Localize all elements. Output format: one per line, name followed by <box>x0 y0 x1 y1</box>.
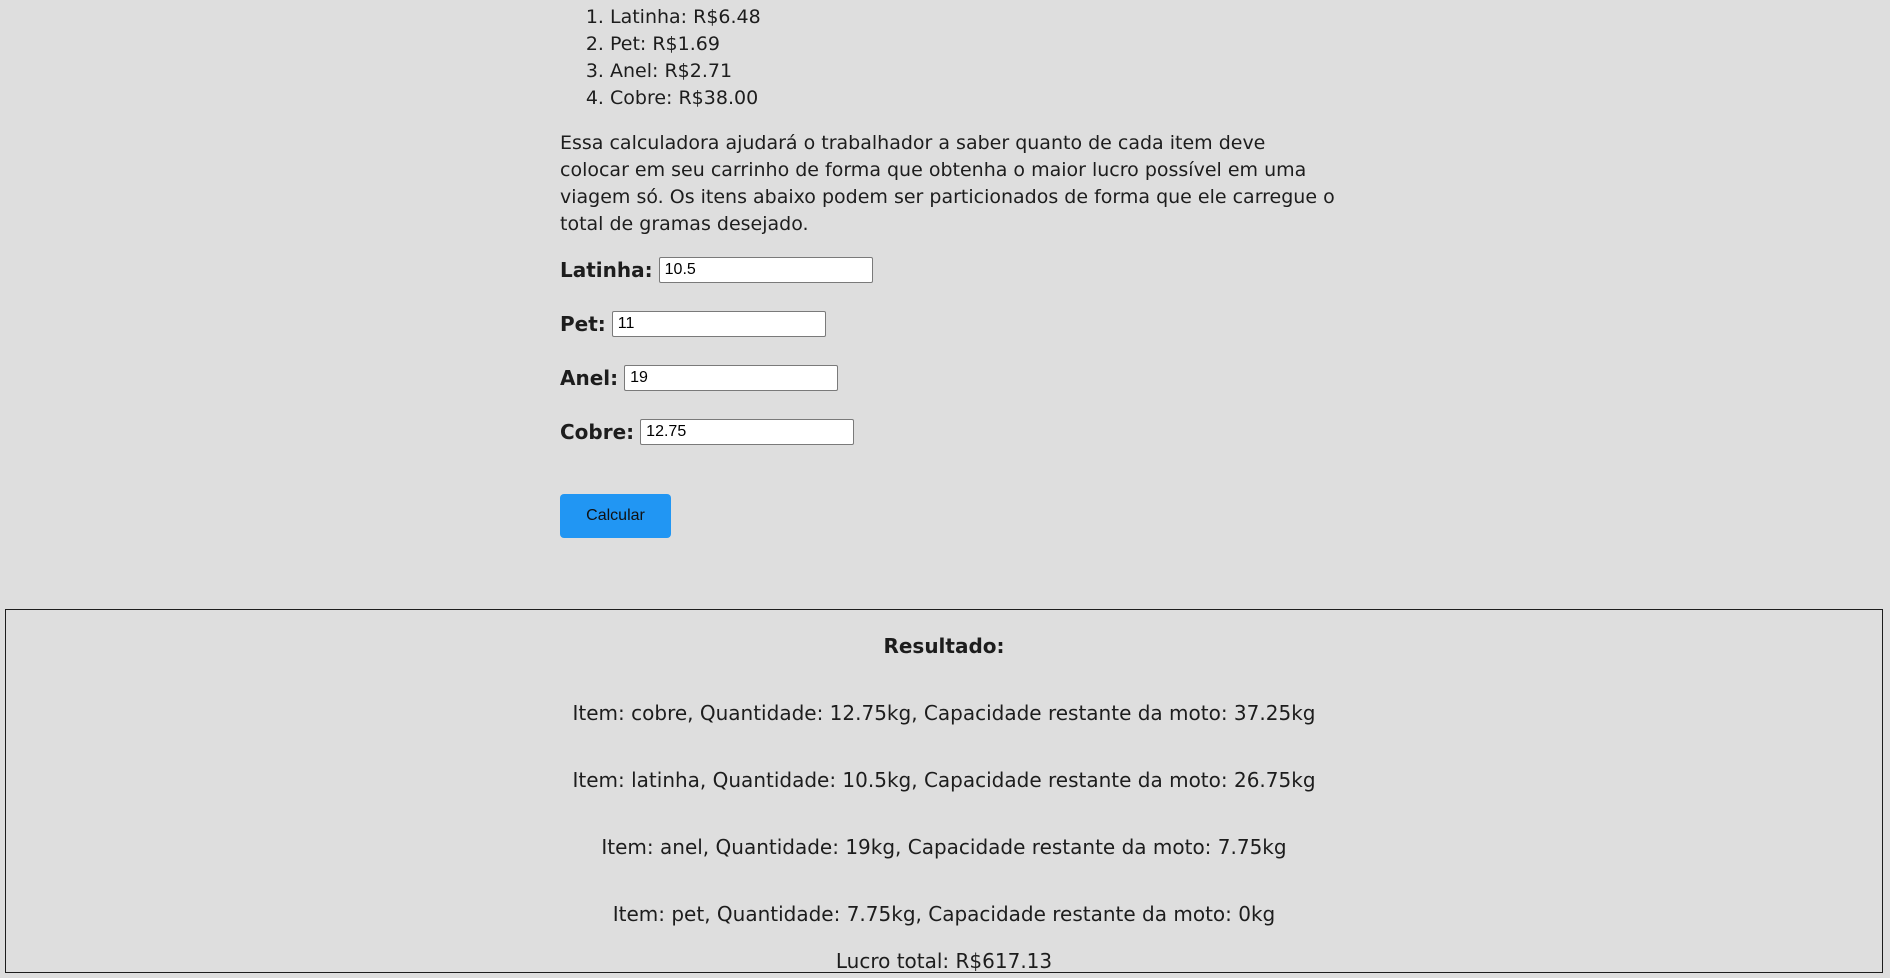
latinha-label: Latinha: <box>560 258 653 282</box>
anel-label: Anel: <box>560 366 619 390</box>
result-line-cobre: Item: cobre, Quantidade: 12.75kg, Capaci… <box>572 701 1316 725</box>
pet-label: Pet: <box>560 312 606 336</box>
calculator-content: Latinha: R$6.48 Pet: R$1.69 Anel: R$2.71… <box>560 0 1340 538</box>
result-total: Lucro total: R$617.13 <box>835 949 1053 973</box>
anel-input[interactable] <box>624 365 839 391</box>
intro-text: Essa calculadora ajudará o trabalhador a… <box>560 132 1335 235</box>
result-line-latinha: Item: latinha, Quantidade: 10.5kg, Capac… <box>572 768 1316 792</box>
result-title: Resultado: <box>883 634 1005 658</box>
pet-input[interactable] <box>611 311 826 337</box>
field-cobre: Cobre: <box>560 418 1340 446</box>
field-pet: Pet: <box>560 310 1340 338</box>
price-item-latinha: Latinha: R$6.48 <box>610 4 1340 31</box>
result-box: Resultado: Item: cobre, Quantidade: 12.7… <box>5 609 1883 973</box>
field-anel: Anel: <box>560 364 1340 392</box>
price-item-cobre: Cobre: R$38.00 <box>610 85 1340 112</box>
price-list: Latinha: R$6.48 Pet: R$1.69 Anel: R$2.71… <box>560 4 1340 112</box>
field-latinha: Latinha: <box>560 256 1340 284</box>
cobre-label: Cobre: <box>560 420 635 444</box>
calculate-button[interactable]: Calcular <box>560 494 671 538</box>
cobre-input[interactable] <box>640 419 855 445</box>
price-item-pet: Pet: R$1.69 <box>610 31 1340 58</box>
result-line-pet: Item: pet, Quantidade: 7.75kg, Capacidad… <box>612 902 1276 926</box>
price-item-anel: Anel: R$2.71 <box>610 58 1340 85</box>
result-line-anel: Item: anel, Quantidade: 19kg, Capacidade… <box>601 835 1287 859</box>
latinha-input[interactable] <box>658 257 873 283</box>
